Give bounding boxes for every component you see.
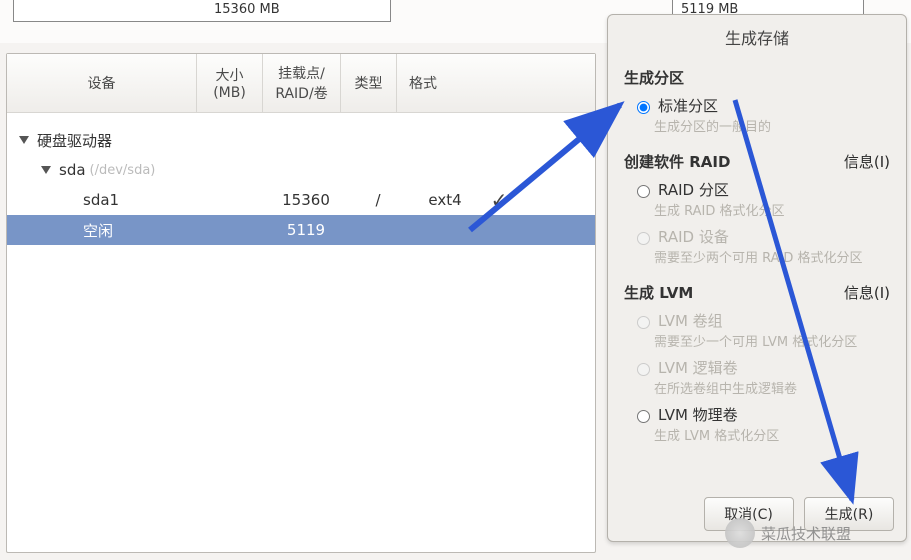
sda1-size: 15360 [273, 191, 339, 209]
radio-lvm-lv-desc: 在所选卷组中生成逻辑卷 [624, 378, 890, 401]
radio-raid-partition[interactable]: RAID 分区 [624, 176, 890, 200]
radio-input-lvm-lv [637, 363, 650, 376]
col-type[interactable]: 类型 [341, 54, 397, 112]
radio-raid-device: RAID 设备 [624, 223, 890, 247]
raid-info-link[interactable]: 信息(I) [844, 151, 890, 172]
col-size[interactable]: 大小 (MB) [197, 54, 263, 112]
lvm-info-link[interactable]: 信息(I) [844, 282, 890, 303]
radio-standard-desc: 生成分区的一般目的 [624, 116, 890, 139]
col-mount[interactable]: 挂载点/ RAID/卷 [263, 54, 341, 112]
radio-input-lvm-vg [637, 316, 650, 329]
sda-label: sda [59, 161, 86, 179]
radio-lvm-lv-label: LVM 逻辑卷 [658, 357, 738, 378]
free-label: 空闲 [83, 220, 113, 241]
row-sda[interactable]: sda (/dev/sda) [7, 155, 595, 185]
create-storage-dialog: 生成存储 生成分区 标准分区 生成分区的一般目的 创建软件 RAID 信息(I)… [607, 14, 907, 542]
section-raid: 创建软件 RAID [624, 151, 730, 172]
col-device[interactable]: 设备 [7, 54, 197, 112]
radio-raid-part-label: RAID 分区 [658, 179, 729, 200]
radio-input-raid-part[interactable] [637, 185, 650, 198]
check-icon: ✓ [473, 188, 525, 212]
partition-table-panel: 设备 大小 (MB) 挂载点/ RAID/卷 类型 格式 硬盘驱动器 sda (… [6, 53, 596, 553]
radio-lvm-pv[interactable]: LVM 物理卷 [624, 401, 890, 425]
radio-input-standard[interactable] [637, 101, 650, 114]
radio-raid-dev-label: RAID 设备 [658, 226, 729, 247]
sda1-type: ext4 [417, 191, 473, 209]
radio-lvm-vg: LVM 卷组 [624, 307, 890, 331]
row-sda1[interactable]: sda1 15360 / ext4 ✓ [7, 185, 595, 215]
expand-icon[interactable] [41, 166, 51, 174]
row-free-space[interactable]: 空闲 5119 [7, 215, 595, 245]
radio-lvm-vg-desc: 需要至少一个可用 LVM 格式化分区 [624, 331, 890, 354]
watermark: 菜瓜技术联盟 [725, 518, 851, 548]
sda1-mount: / [339, 191, 417, 209]
watermark-text: 菜瓜技术联盟 [761, 523, 851, 544]
radio-standard-label: 标准分区 [658, 95, 718, 116]
disk-summary-box-left: 15360 MB [13, 0, 391, 22]
watermark-avatar-icon [725, 518, 755, 548]
disk-left-size: 15360 MB [214, 2, 280, 17]
radio-raid-part-desc: 生成 RAID 格式化分区 [624, 200, 890, 223]
radio-input-raid-dev [637, 232, 650, 245]
radio-lvm-pv-label: LVM 物理卷 [658, 404, 738, 425]
dialog-title: 生成存储 [608, 15, 906, 59]
radio-lvm-pv-desc: 生成 LVM 格式化分区 [624, 425, 890, 448]
radio-lvm-vg-label: LVM 卷组 [658, 310, 723, 331]
radio-standard-partition[interactable]: 标准分区 [624, 92, 890, 116]
free-size: 5119 [273, 221, 339, 239]
radio-lvm-lv: LVM 逻辑卷 [624, 354, 890, 378]
table-body: 硬盘驱动器 sda (/dev/sda) sda1 15360 / ext4 ✓… [7, 113, 595, 245]
radio-input-lvm-pv[interactable] [637, 410, 650, 423]
radio-raid-dev-desc: 需要至少两个可用 RAID 格式化分区 [624, 247, 890, 270]
sda1-label: sda1 [83, 191, 119, 209]
row-hdd-group[interactable]: 硬盘驱动器 [7, 125, 595, 155]
col-format[interactable]: 格式 [397, 54, 449, 112]
expand-icon[interactable] [19, 136, 29, 144]
hdd-group-label: 硬盘驱动器 [37, 130, 112, 151]
section-lvm: 生成 LVM [624, 282, 693, 303]
sda-path: (/dev/sda) [90, 163, 156, 178]
table-header-row: 设备 大小 (MB) 挂载点/ RAID/卷 类型 格式 [7, 54, 595, 113]
section-partition: 生成分区 [624, 67, 684, 88]
